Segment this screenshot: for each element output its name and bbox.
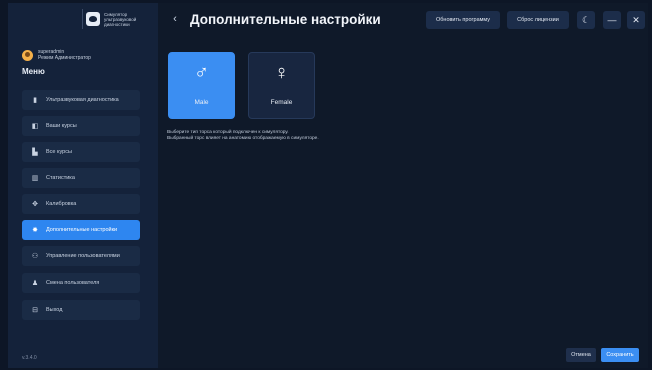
theme-toggle-icon[interactable]: ☾ [577,11,595,29]
sidebar-item-exit[interactable]: ⊟ Выход [22,300,140,320]
gear-icon: ✸ [32,227,38,234]
torso-option-label: Female [270,99,293,106]
male-icon: ♂ [194,62,209,84]
user-profile: superadmin Режим Администратор [22,49,91,61]
sidebar-item-label: Статистика [46,175,75,181]
sidebar-item-all-courses[interactable]: ▙ Все курсы [22,142,140,162]
torso-option-label: Male [194,99,209,106]
reset-license-button[interactable]: Сброс лицензии [507,11,569,29]
sidebar-item-label: Ультразвуковая диагностика [46,97,119,103]
minimize-icon[interactable]: — [603,11,621,29]
book-icon: ◧ [31,123,39,130]
sidebar-item-label: Ваши курсы [46,123,77,129]
torso-hint-line: Выбранный торс влияет на анатомию отобра… [167,136,319,141]
logo-text: Симулятор ультразвуковой диагностики [104,11,137,27]
avatar [22,49,33,61]
close-icon[interactable]: ✕ [627,11,645,29]
courses-icon: ▙ [32,149,38,156]
sidebar-item-label: Все курсы [46,149,72,155]
ultrasound-icon: ▮ [33,97,37,104]
save-button[interactable]: Сохранить [601,348,639,362]
update-program-button[interactable]: Обновить программу [426,11,500,29]
logo-divider [82,9,83,29]
sidebar-item-label: Управление пользователями [46,253,120,259]
menu-title: Меню [22,67,45,76]
sidebar-item-statistics[interactable]: ▥ Статистика [22,168,140,188]
user-role: Режим Администратор [38,55,91,61]
calibration-icon: ✥ [32,201,38,208]
sidebar-item-label: Калибровка [46,201,77,207]
logo-icon [86,12,100,26]
sidebar-item-user-management[interactable]: ⚇ Управление пользователями [22,246,140,266]
back-icon[interactable]: ‹ [168,12,182,26]
sidebar-item-label: Выход [46,307,63,313]
sidebar-item-label: Дополнительные настройки [46,227,118,233]
sidebar-item-your-courses[interactable]: ◧ Ваши курсы [22,116,140,136]
cancel-button[interactable]: Отмена [566,348,596,362]
app-logo: Симулятор ультразвуковой диагностики [86,8,146,30]
chart-icon: ▥ [31,175,39,182]
sidebar-item-switch-user[interactable]: ♟ Смена пользователя [22,273,140,293]
female-icon: ♀ [274,62,289,84]
torso-hint: Выберите тип торса который подключен к с… [167,130,417,142]
torso-option-female[interactable]: ♀ Female [248,52,315,119]
torso-option-male[interactable]: ♂ Male [168,52,235,119]
users-icon: ⚇ [31,253,39,260]
user-icon: ♟ [31,280,39,287]
sidebar-item-label: Смена пользователя [46,280,100,286]
sidebar-item-calibration[interactable]: ✥ Калибровка [22,194,140,214]
sidebar-item-ultrasound[interactable]: ▮ Ультразвуковая диагностика [22,90,140,110]
exit-icon: ⊟ [32,307,38,314]
app-version: v.3.4.0 [22,355,37,361]
page-title: Дополнительные настройки [190,12,381,27]
sidebar-item-advanced-settings[interactable]: ✸ Дополнительные настройки [22,220,140,240]
